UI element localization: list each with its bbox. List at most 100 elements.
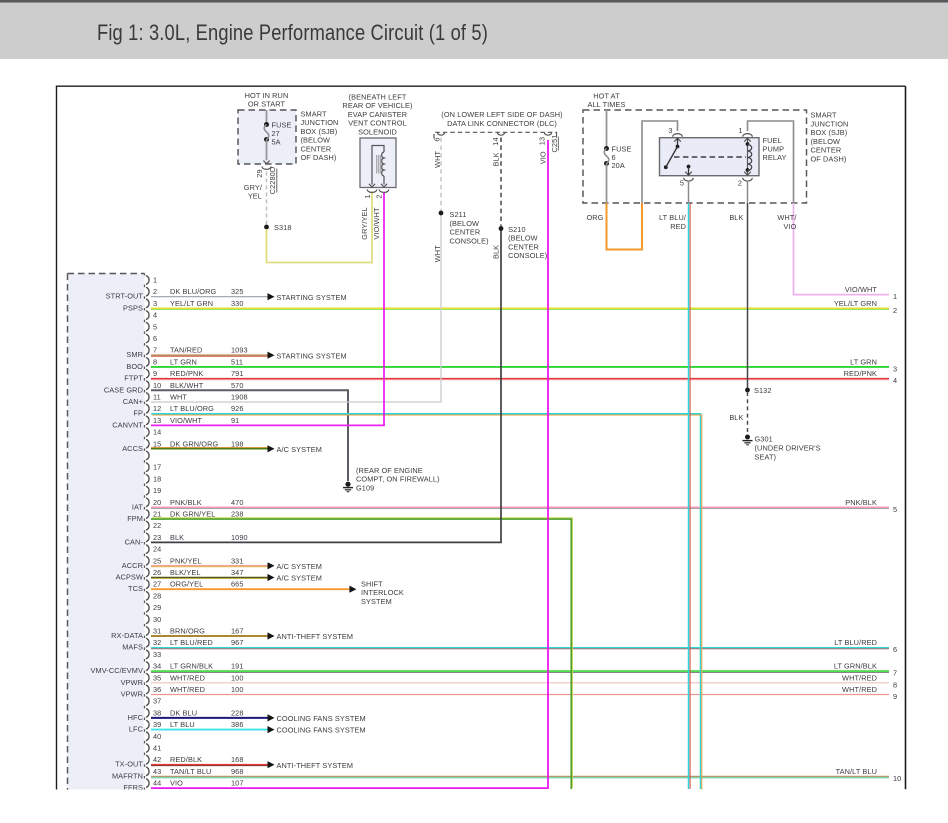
svg-text:470: 470	[231, 498, 244, 507]
svg-text:39: 39	[153, 720, 161, 729]
svg-text:WHT: WHT	[433, 150, 442, 167]
svg-text:91: 91	[231, 416, 239, 425]
svg-text:BLK/WHT: BLK/WHT	[170, 381, 204, 390]
svg-text:S211: S211	[450, 210, 467, 219]
svg-text:VIO/WHT: VIO/WHT	[845, 285, 878, 294]
svg-text:SEAT): SEAT)	[755, 452, 777, 461]
svg-text:LT BLU/: LT BLU/	[659, 213, 687, 222]
svg-text:COOLING FANS SYSTEM: COOLING FANS SYSTEM	[277, 714, 366, 723]
svg-text:OF DASH): OF DASH)	[811, 155, 847, 164]
svg-text:DK BLU/ORG: DK BLU/ORG	[170, 287, 216, 296]
svg-text:1093: 1093	[231, 346, 248, 355]
svg-text:167: 167	[231, 627, 244, 636]
svg-text:TCS: TCS	[128, 584, 143, 593]
svg-text:RED/BLK: RED/BLK	[170, 755, 202, 764]
svg-text:YEL/LT GRN: YEL/LT GRN	[170, 299, 213, 308]
svg-text:A/C SYSTEM: A/C SYSTEM	[277, 562, 322, 571]
svg-text:PNK/YEL: PNK/YEL	[170, 556, 202, 565]
svg-text:28: 28	[153, 591, 161, 600]
svg-text:17: 17	[153, 463, 161, 472]
svg-text:32: 32	[153, 638, 161, 647]
svg-text:3: 3	[153, 299, 157, 308]
svg-text:9: 9	[153, 369, 157, 378]
svg-text:19: 19	[153, 486, 161, 495]
svg-text:29: 29	[255, 169, 264, 177]
svg-text:CENTER: CENTER	[811, 146, 842, 155]
svg-text:VIO: VIO	[539, 151, 548, 164]
svg-text:CONSOLE): CONSOLE)	[450, 236, 489, 245]
svg-text:9: 9	[893, 692, 897, 701]
svg-text:DK GRN/YEL: DK GRN/YEL	[170, 510, 215, 519]
svg-text:2: 2	[738, 178, 742, 187]
svg-text:6: 6	[893, 645, 897, 654]
svg-text:G109: G109	[356, 483, 374, 492]
svg-text:(BELOW: (BELOW	[301, 136, 331, 145]
svg-text:VIO/WHT: VIO/WHT	[372, 207, 381, 240]
svg-text:CENTER: CENTER	[301, 144, 332, 153]
svg-text:(BELOW: (BELOW	[508, 234, 538, 243]
svg-text:WHT/: WHT/	[777, 213, 797, 222]
svg-text:PNK/BLK: PNK/BLK	[170, 498, 202, 507]
svg-text:(ON LOWER LEFT SIDE OF DASH): (ON LOWER LEFT SIDE OF DASH)	[441, 110, 562, 119]
svg-text:S132: S132	[754, 386, 772, 395]
svg-text:14: 14	[153, 428, 161, 437]
svg-text:S210: S210	[508, 225, 526, 234]
svg-text:25: 25	[153, 556, 161, 565]
svg-text:BLK: BLK	[729, 213, 743, 222]
svg-text:BLK/YEL: BLK/YEL	[170, 568, 201, 577]
svg-text:SMART: SMART	[811, 111, 837, 120]
svg-text:EVAP CANISTER: EVAP CANISTER	[348, 110, 407, 119]
svg-text:29: 29	[153, 603, 161, 612]
svg-text:C2280D: C2280D	[268, 167, 277, 195]
svg-text:331: 331	[231, 556, 244, 565]
svg-text:DATA LINK CONNECTOR (DLC): DATA LINK CONNECTOR (DLC)	[447, 119, 557, 128]
svg-text:Fig 1: 3.0L, Engine Performanc: Fig 1: 3.0L, Engine Performance Circuit …	[97, 20, 488, 45]
svg-text:S318: S318	[274, 223, 292, 232]
svg-text:33: 33	[153, 650, 161, 659]
svg-text:191: 191	[231, 662, 244, 671]
svg-text:VPWR: VPWR	[121, 690, 143, 699]
svg-text:FTPT: FTPT	[124, 374, 143, 383]
svg-text:A/C SYSTEM: A/C SYSTEM	[277, 574, 322, 583]
svg-text:20A: 20A	[612, 161, 625, 170]
svg-text:5: 5	[680, 178, 684, 187]
svg-text:7: 7	[893, 669, 897, 678]
svg-text:5: 5	[153, 322, 157, 331]
svg-text:CONSOLE): CONSOLE)	[508, 251, 547, 260]
svg-text:8: 8	[153, 357, 157, 366]
svg-text:SYSTEM: SYSTEM	[361, 597, 392, 606]
svg-text:FP: FP	[133, 409, 143, 418]
svg-text:18: 18	[153, 474, 161, 483]
svg-text:RELAY: RELAY	[763, 153, 787, 162]
svg-text:TAN/LT BLU: TAN/LT BLU	[170, 767, 211, 776]
svg-text:1: 1	[363, 194, 372, 198]
svg-text:20: 20	[153, 498, 161, 507]
svg-text:44: 44	[153, 779, 161, 788]
svg-text:C251: C251	[550, 135, 559, 153]
svg-text:JUNCTION: JUNCTION	[811, 119, 849, 128]
svg-text:2: 2	[153, 287, 157, 296]
svg-text:REAR OF VEHICLE): REAR OF VEHICLE)	[342, 101, 412, 110]
svg-text:347: 347	[231, 568, 244, 577]
svg-text:RED: RED	[670, 222, 686, 231]
svg-text:4: 4	[153, 311, 157, 320]
svg-text:RED/PNK: RED/PNK	[844, 369, 877, 378]
svg-text:926: 926	[231, 404, 244, 413]
svg-text:WHT/RED: WHT/RED	[842, 673, 877, 682]
svg-text:VENT CONTROL: VENT CONTROL	[348, 119, 407, 128]
svg-text:37: 37	[153, 697, 161, 706]
svg-text:2: 2	[375, 194, 384, 198]
svg-text:ANTI-THEFT SYSTEM: ANTI-THEFT SYSTEM	[277, 632, 354, 641]
svg-text:CAN+: CAN+	[123, 397, 143, 406]
svg-text:SMR: SMR	[126, 350, 143, 359]
svg-text:107: 107	[231, 779, 244, 788]
svg-text:325: 325	[231, 287, 244, 296]
svg-text:LT GRN: LT GRN	[850, 357, 877, 366]
svg-text:14: 14	[491, 137, 500, 145]
svg-text:MAFRTN: MAFRTN	[112, 771, 143, 780]
svg-text:570: 570	[231, 381, 244, 390]
svg-text:(BENEATH LEFT: (BENEATH LEFT	[349, 92, 407, 101]
svg-text:21: 21	[153, 510, 161, 519]
svg-text:SOLENOID: SOLENOID	[358, 128, 397, 137]
svg-text:RX-DATA: RX-DATA	[111, 631, 143, 640]
